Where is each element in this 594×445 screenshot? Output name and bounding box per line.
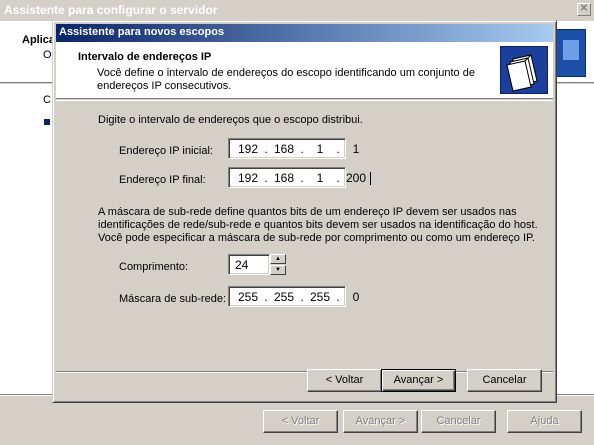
start-ip-octet-4[interactable]: 1 xyxy=(343,142,369,156)
end-ip-octet-2[interactable]: 168 xyxy=(271,171,297,185)
cancel-button[interactable]: Cancelar xyxy=(467,369,542,392)
list-bullet-icon xyxy=(44,119,50,125)
start-ip-label: Endereço IP inicial: xyxy=(119,145,213,157)
subnet-mask-label: Máscara de sub-rede: xyxy=(119,293,226,305)
page-description: Você define o intervalo de endereços do … xyxy=(97,67,475,92)
back-button[interactable]: < Voltar xyxy=(307,369,382,392)
background-header-subtitle: O xyxy=(43,49,52,61)
length-spinner[interactable]: ▲ ▼ xyxy=(270,254,286,275)
end-ip-octet-3[interactable]: 1 xyxy=(307,171,333,185)
dialog-title: Assistente para novos escopos xyxy=(59,26,225,38)
start-ip-field[interactable]: 192. 168. 1. 1 xyxy=(228,138,359,159)
background-help-button[interactable]: Ajuda xyxy=(507,410,582,433)
end-ip-octet-4[interactable]: 200 xyxy=(343,171,369,185)
length-label: Comprimento: xyxy=(119,261,189,273)
subnet-mask-field[interactable]: 255. 255. 255. 0 xyxy=(228,286,359,307)
end-ip-octet-1[interactable]: 192 xyxy=(235,171,261,185)
new-scope-wizard-dialog: Assistente para novos escopos Intervalo … xyxy=(52,20,557,403)
text-cursor xyxy=(370,172,371,186)
dialog-title-bar[interactable]: Assistente para novos escopos xyxy=(56,24,553,42)
spin-up-icon[interactable]: ▲ xyxy=(270,254,286,264)
range-instruction: Digite o intervalo de endereços que o es… xyxy=(98,114,363,126)
page-title: Intervalo de endereços IP xyxy=(78,51,212,63)
dialog-header: Intervalo de endereços IP Você define o … xyxy=(56,42,553,99)
end-ip-field[interactable]: 192. 168. 1. 200 xyxy=(228,167,371,188)
subnet-mask-description: A máscara de sub-rede define quantos bit… xyxy=(98,206,538,244)
background-window-title: Assistente para configurar o servidor xyxy=(4,3,218,17)
background-next-button[interactable]: Avançar > xyxy=(343,410,418,433)
background-cancel-button[interactable]: Cancelar xyxy=(421,410,496,433)
next-button[interactable]: Avançar > xyxy=(381,369,456,392)
start-ip-octet-2[interactable]: 168 xyxy=(271,142,297,156)
header-separator xyxy=(56,100,553,101)
folders-icon xyxy=(500,46,548,94)
mask-octet-3[interactable]: 255 xyxy=(307,290,333,304)
background-title-bar: Assistente para configurar o servidor ✕ xyxy=(0,0,594,21)
mask-octet-1[interactable]: 255 xyxy=(235,290,261,304)
start-ip-octet-1[interactable]: 192 xyxy=(235,142,261,156)
spin-down-icon[interactable]: ▼ xyxy=(270,265,286,275)
background-body-text: C xyxy=(43,94,51,106)
length-input[interactable]: 24 xyxy=(228,254,270,275)
background-back-button[interactable]: < Voltar xyxy=(263,410,338,433)
mask-octet-2[interactable]: 255 xyxy=(271,290,297,304)
server-wizard-icon xyxy=(556,29,586,77)
start-ip-octet-3[interactable]: 1 xyxy=(307,142,333,156)
close-icon[interactable]: ✕ xyxy=(577,3,591,16)
mask-octet-4[interactable]: 0 xyxy=(343,290,369,304)
background-header-title: Aplica xyxy=(22,34,56,46)
end-ip-label: Endereço IP final: xyxy=(119,174,206,186)
